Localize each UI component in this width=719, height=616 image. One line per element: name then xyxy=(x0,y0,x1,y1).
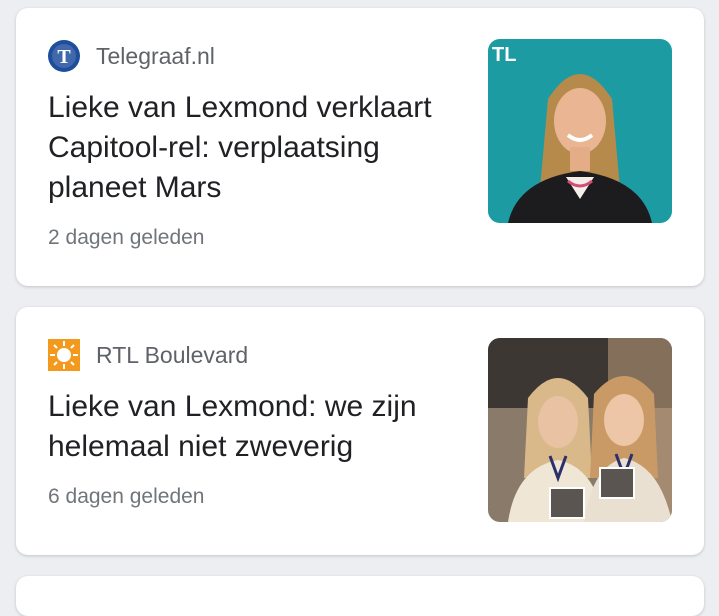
rtl-boulevard-logo-icon xyxy=(48,339,80,371)
news-card[interactable]: RTL Boulevard Lieke van Lexmond: we zijn… xyxy=(16,307,704,555)
thumbnail-badge: TL xyxy=(492,44,516,66)
telegraaf-logo-icon: T xyxy=(48,40,80,72)
news-card[interactable]: T Telegraaf.nl Lieke van Lexmond verklaa… xyxy=(16,8,704,286)
article-thumbnail[interactable] xyxy=(488,338,672,522)
news-source: RTL Boulevard xyxy=(48,339,248,371)
svg-text:T: T xyxy=(57,46,71,68)
news-card[interactable] xyxy=(16,576,704,616)
article-thumbnail[interactable]: TL xyxy=(488,39,672,223)
source-name: Telegraaf.nl xyxy=(96,42,215,69)
article-timestamp: 6 dagen geleden xyxy=(48,485,205,508)
article-title[interactable]: Lieke van Lexmond: we zijn helemaal niet… xyxy=(48,387,468,467)
source-name: RTL Boulevard xyxy=(96,341,249,368)
news-source: T Telegraaf.nl xyxy=(48,40,215,72)
article-timestamp: 2 dagen geleden xyxy=(48,226,205,249)
article-title[interactable]: Lieke van Lexmond verklaart Capitool-rel… xyxy=(48,88,468,208)
